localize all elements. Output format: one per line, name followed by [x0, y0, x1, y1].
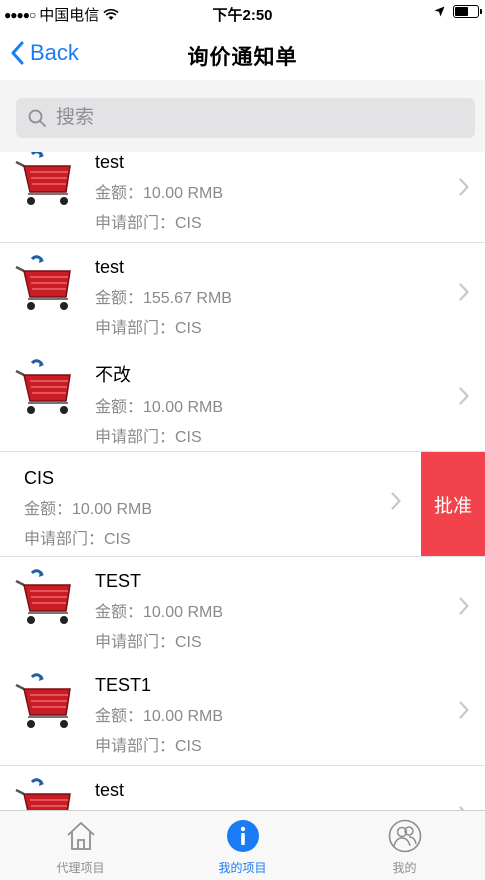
item-text: CIS 金额：10.00 RMB 申请部门：CIS [24, 468, 152, 549]
item-amount: 金额：10.00 RMB [95, 399, 224, 416]
list-item[interactable]: CIS 金额：10.00 RMB 申请部门：CIS 批准 [0, 452, 485, 557]
item-text: test 金额：10.00 RMB 申请部门：CIS [95, 152, 223, 233]
chevron-right-icon [459, 283, 469, 301]
shopping-cart-icon [15, 673, 71, 728]
chevron-right-icon [459, 701, 469, 719]
list-item[interactable]: test 金额：155.67 RMB 申请部门：CIS [0, 243, 485, 348]
item-amount: 金额：10.00 RMB [95, 604, 224, 621]
home-icon [66, 822, 95, 850]
item-text: test [95, 780, 124, 801]
nav-bar: Back 询价通知单 [0, 28, 485, 80]
chevron-right-icon [459, 597, 469, 615]
chevron-right-icon [459, 178, 469, 196]
shopping-cart-icon [15, 152, 71, 205]
list-item[interactable]: test 金额：10.00 RMB 申请部门：CIS [0, 152, 485, 243]
shopping-cart-icon [15, 359, 71, 414]
item-text: 不改 金额：10.00 RMB 申请部门：CIS [95, 361, 223, 447]
item-title: TEST [95, 571, 142, 591]
search-icon [28, 109, 46, 127]
item-title: TEST1 [95, 675, 152, 695]
item-title: CIS [24, 468, 55, 488]
tab-bar: 代理项目 我的项目 我的 [0, 810, 485, 880]
user-icon [388, 819, 421, 853]
status-bar: ●●●●○ 中国电信 下午2:50 [0, 0, 485, 28]
shopping-cart-icon [15, 255, 71, 310]
shopping-cart-icon [15, 569, 71, 624]
chevron-right-icon [391, 492, 401, 510]
item-dept: 申请部门：CIS [95, 320, 202, 337]
item-title: test [95, 152, 125, 172]
status-right [434, 5, 482, 18]
item-amount: 金额：10.00 RMB [24, 501, 153, 518]
status-time: 下午2:50 [212, 7, 273, 24]
item-amount: 金额：10.00 RMB [95, 185, 224, 202]
location-arrow-icon [434, 6, 445, 17]
list-item[interactable]: 不改 金额：10.00 RMB 申请部门：CIS [0, 347, 485, 452]
tab-label: 代理项目 [56, 861, 105, 875]
tab-label: 我的 [392, 861, 417, 875]
item-dept: 申请部门：CIS [24, 531, 131, 548]
tab-label: 我的项目 [218, 861, 267, 875]
tab-me[interactable]: 我的 [324, 811, 485, 880]
item-dept: 申请部门：CIS [95, 215, 202, 232]
shopping-cart-icon [15, 778, 71, 810]
page-title: 询价通知单 [187, 46, 298, 69]
item-title: 不改 [95, 365, 131, 385]
search-bar [0, 80, 485, 153]
search-box[interactable] [16, 98, 475, 138]
item-title: test [95, 780, 125, 800]
item-text: TEST 金额：10.00 RMB 申请部门：CIS [95, 571, 223, 652]
item-amount: 金额：155.67 RMB [95, 290, 232, 307]
search-input[interactable] [54, 106, 438, 130]
item-title: test [95, 257, 125, 277]
battery-icon [453, 5, 482, 18]
tab-my-projects[interactable]: 我的项目 [162, 811, 323, 880]
inquiry-list: test 金额：10.00 RMB 申请部门：CIS test 金额：155.6… [0, 152, 485, 810]
item-dept: 申请部门：CIS [95, 429, 202, 446]
tab-agent-projects[interactable]: 代理项目 [0, 811, 161, 880]
list-item[interactable]: TEST1 金额：10.00 RMB 申请部门：CIS [0, 661, 485, 766]
approve-button[interactable]: 批准 [421, 452, 485, 556]
list-item[interactable]: TEST 金额：10.00 RMB 申请部门：CIS [0, 557, 485, 662]
item-text: test 金额：155.67 RMB 申请部门：CIS [95, 257, 232, 338]
info-icon [226, 820, 259, 852]
item-dept: 申请部门：CIS [95, 634, 202, 651]
item-text: TEST1 金额：10.00 RMB 申请部门：CIS [95, 675, 223, 756]
chevron-right-icon [459, 387, 469, 405]
item-dept: 申请部门：CIS [95, 738, 202, 755]
list-item[interactable]: test [0, 766, 485, 810]
item-amount: 金额：10.00 RMB [95, 708, 224, 725]
